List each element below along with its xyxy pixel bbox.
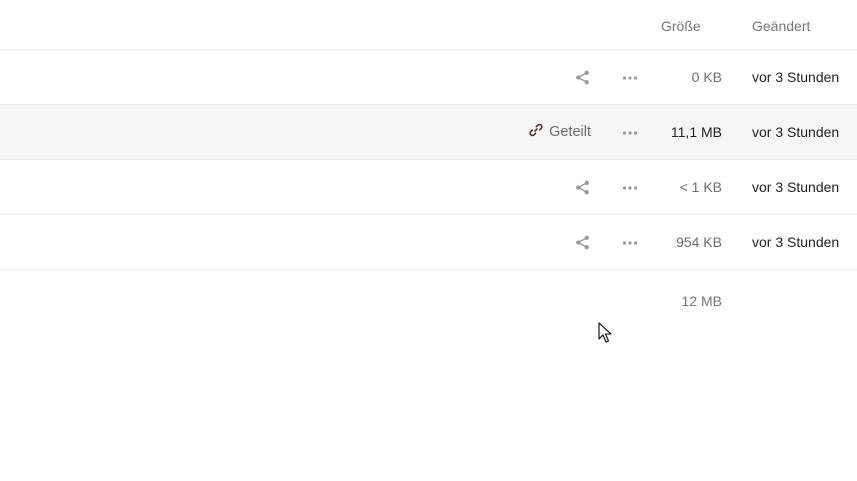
file-size: 954 KB [676,234,722,250]
total-size: 12 MB [681,293,722,309]
more-options-icon[interactable] [621,179,639,196]
file-row[interactable]: < 1 KB vor 3 Stunden [0,160,857,215]
file-modified: vor 3 Stunden [752,124,840,140]
more-options-icon[interactable] [621,69,639,86]
file-row[interactable]: 0 KB vor 3 Stunden [0,50,857,105]
shared-label: Geteilt [549,124,591,140]
file-list-page: Größe Geändert 0 KB vor 3 Stunden Geteil… [0,0,857,481]
file-modified: vor 3 Stunden [752,69,840,85]
share-icon[interactable] [574,179,591,196]
file-modified: vor 3 Stunden [752,179,840,195]
file-list-summary: 12 MB [0,270,857,334]
more-options-icon[interactable] [621,234,639,251]
share-icon[interactable] [574,69,591,86]
file-row[interactable]: 954 KB vor 3 Stunden [0,215,857,270]
column-header-modified[interactable]: Geändert [752,18,810,34]
file-size: < 1 KB [679,179,722,195]
file-size: 11,1 MB [670,124,722,140]
file-row[interactable]: Geteilt 11,1 MB vor 3 Stunden [0,105,857,160]
link-icon [529,123,543,141]
file-size: 0 KB [691,69,722,85]
mouse-cursor-icon [598,322,612,344]
file-modified: vor 3 Stunden [752,234,840,250]
share-icon[interactable] [574,234,591,251]
column-header-size[interactable]: Größe [661,18,701,34]
more-options-icon[interactable] [621,124,639,141]
file-list-header: Größe Geändert [0,0,857,50]
shared-link-button[interactable]: Geteilt [529,105,591,159]
